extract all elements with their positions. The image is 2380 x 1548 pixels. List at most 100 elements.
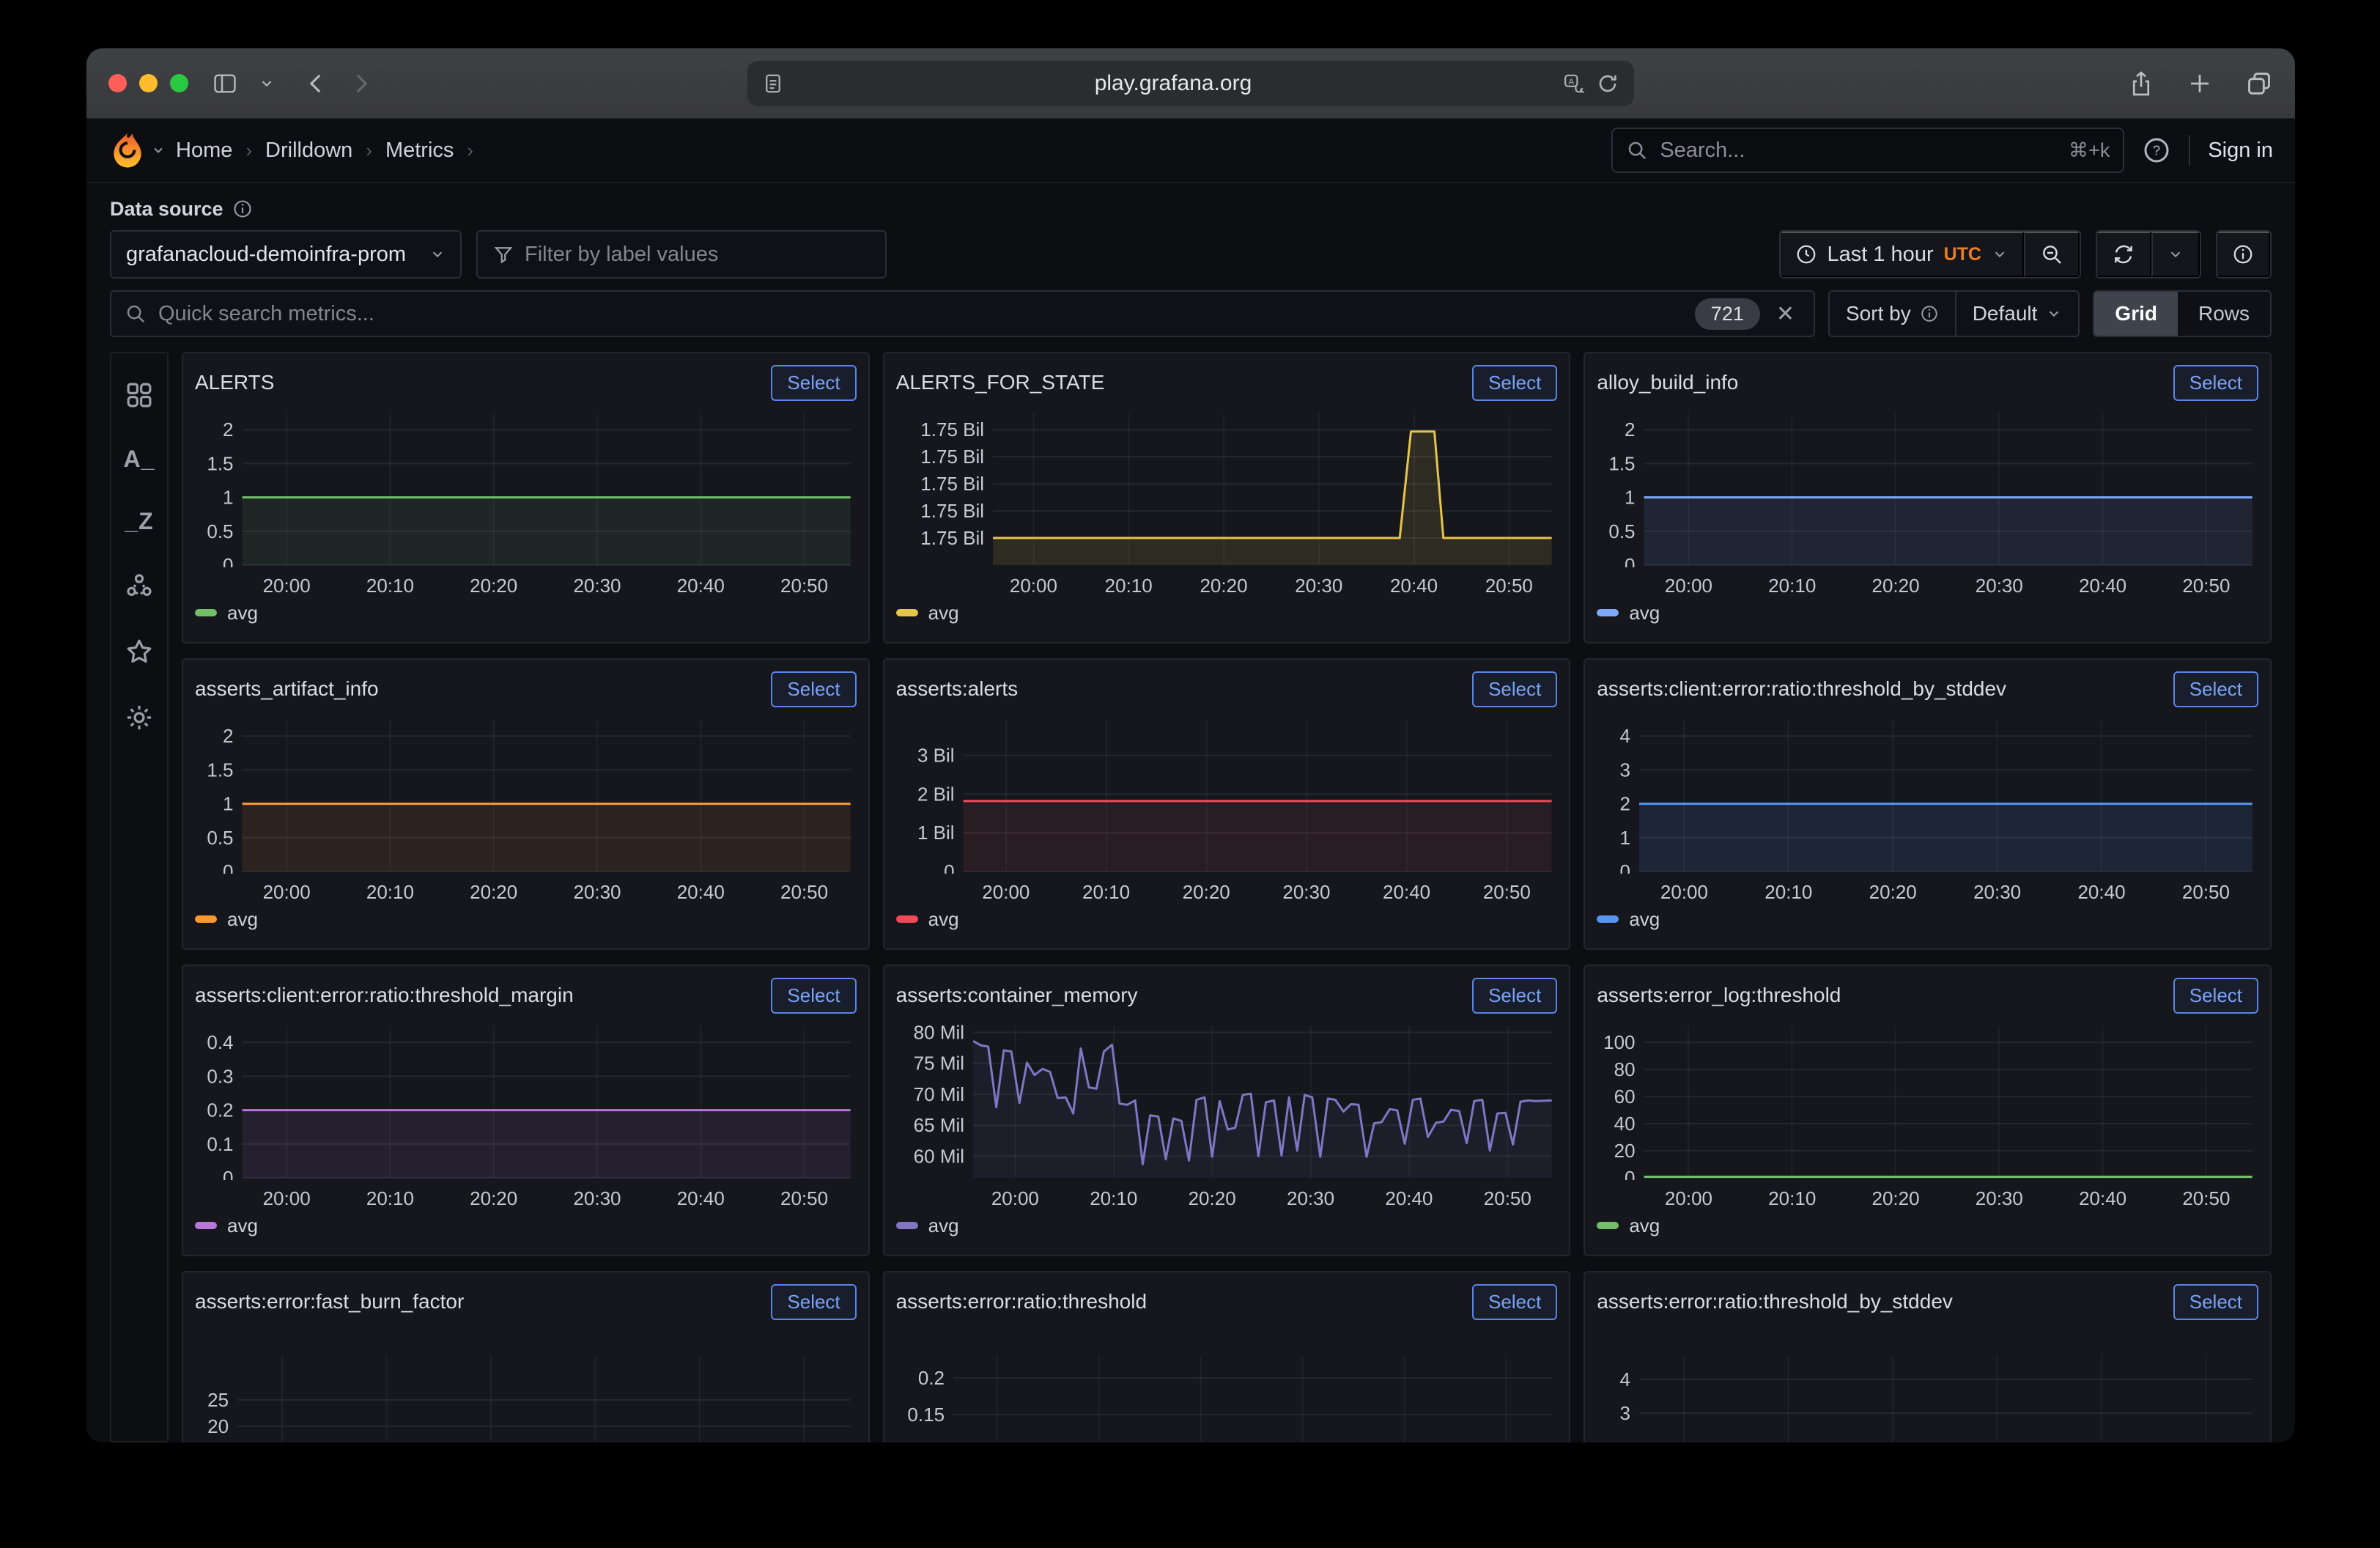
- svg-text:0.2: 0.2: [918, 1367, 945, 1389]
- panel-header: asserts_artifact_info Select: [195, 668, 857, 710]
- breadcrumb-metrics[interactable]: Metrics: [385, 139, 454, 163]
- svg-text:0: 0: [1620, 860, 1630, 874]
- legend-avg[interactable]: avg: [195, 904, 857, 934]
- x-tick-label: 20:20: [1200, 575, 1247, 597]
- select-button[interactable]: Select: [771, 671, 856, 707]
- filter-suffix-icon[interactable]: _Z: [125, 508, 153, 535]
- clear-search-icon[interactable]: ✕: [1770, 301, 1800, 327]
- reload-icon[interactable]: [1596, 72, 1619, 95]
- controls-section: Data source grafanacloud-demoinfra-prom …: [86, 183, 2295, 349]
- x-tick-label: 20:10: [366, 1187, 414, 1210]
- label-filter-input[interactable]: Filter by label values: [476, 230, 887, 279]
- legend-avg[interactable]: avg: [896, 904, 1558, 934]
- window-controls: [108, 74, 188, 92]
- sort-select[interactable]: Default: [1955, 292, 2079, 336]
- quick-search-bar[interactable]: 721 ✕: [110, 290, 1815, 337]
- panel-header: asserts:alertsSelect: [896, 668, 1558, 710]
- close-window-button[interactable]: [108, 74, 127, 92]
- svg-text:75 Mil: 75 Mil: [913, 1053, 964, 1075]
- minimize-window-button[interactable]: [139, 74, 158, 92]
- browser-titlebar: play.grafana.org A: [86, 48, 2295, 119]
- tab-overview-icon[interactable]: [2245, 70, 2273, 97]
- x-tick-label: 20:30: [1976, 575, 2023, 597]
- panel-title: asserts_artifact_info: [195, 677, 379, 701]
- star-icon[interactable]: [124, 636, 155, 667]
- grafana-logo[interactable]: [108, 131, 147, 169]
- select-button[interactable]: Select: [2173, 1284, 2258, 1320]
- sign-in-button[interactable]: Sign in: [2208, 139, 2273, 163]
- filter-prefix-icon[interactable]: A_: [124, 446, 155, 473]
- metric-panel: ALERTS_FOR_STATESelect1.75 Bil1.75 Bil1.…: [883, 352, 1571, 644]
- legend-avg[interactable]: avg: [896, 598, 1558, 627]
- panel-header: asserts:client:error:ratio:threshold_mar…: [195, 975, 857, 1016]
- label-filter-placeholder: Filter by label values: [525, 243, 718, 267]
- settings-gear-icon[interactable]: [124, 702, 155, 733]
- legend-label: avg: [1629, 1215, 1660, 1237]
- select-button[interactable]: Select: [1472, 978, 1557, 1014]
- chevron-down-icon: [1992, 246, 2008, 262]
- sidebar-toggle-icon[interactable]: [210, 71, 240, 96]
- x-tick-label: 20:00: [263, 881, 311, 904]
- global-search-input[interactable]: Search... ⌘+k: [1611, 128, 2124, 173]
- legend-avg[interactable]: avg: [1597, 598, 2258, 627]
- timeseries-chart: 21.510.50: [1597, 408, 2258, 567]
- forward-button[interactable]: [348, 71, 373, 96]
- x-tick-label: 20:50: [1483, 881, 1531, 904]
- svg-text:3 Bil: 3 Bil: [917, 745, 955, 767]
- select-button[interactable]: Select: [771, 365, 856, 401]
- panel-header: asserts:client:error:ratio:threshold_by_…: [1597, 668, 2258, 710]
- legend-avg[interactable]: avg: [1597, 904, 2258, 934]
- x-tick-label: 20:40: [2077, 881, 2125, 904]
- quick-search-input[interactable]: [157, 301, 1685, 327]
- result-count-badge: 721: [1695, 298, 1760, 330]
- legend-avg[interactable]: avg: [195, 1211, 857, 1240]
- refresh-interval-dropdown[interactable]: [2151, 232, 2200, 277]
- legend-avg[interactable]: avg: [896, 1211, 1558, 1240]
- data-source-select[interactable]: grafanacloud-demoinfra-prom: [110, 230, 462, 279]
- share-icon[interactable]: [2128, 69, 2154, 98]
- x-tick-label: 20:30: [1295, 575, 1342, 597]
- time-range-picker[interactable]: Last 1 hour UTC: [1781, 232, 2025, 277]
- metric-panel: alloy_build_infoSelect21.510.5020:0020:1…: [1583, 352, 2272, 644]
- translate-icon[interactable]: A: [1562, 73, 1586, 95]
- legend-avg[interactable]: avg: [1597, 1211, 2258, 1240]
- select-button[interactable]: Select: [1472, 1284, 1557, 1320]
- breadcrumb-drilldown[interactable]: Drilldown: [265, 139, 352, 163]
- org-switcher-chevron-icon[interactable]: [151, 143, 166, 158]
- sidebar-chevron-icon[interactable]: [259, 75, 275, 92]
- new-tab-icon[interactable]: [2187, 70, 2213, 97]
- legend-swatch: [896, 1222, 918, 1229]
- zoom-window-button[interactable]: [170, 74, 188, 92]
- select-button[interactable]: Select: [2173, 365, 2258, 401]
- apps-grid-icon[interactable]: [124, 380, 155, 410]
- breadcrumb-home[interactable]: Home: [176, 139, 232, 163]
- info-icon[interactable]: [1920, 304, 1939, 323]
- zoom-out-button[interactable]: [2024, 232, 2080, 277]
- legend-avg[interactable]: avg: [195, 598, 857, 627]
- back-button[interactable]: [304, 71, 329, 96]
- legend-swatch: [896, 609, 918, 616]
- select-button[interactable]: Select: [771, 1284, 856, 1320]
- timeseries-chart: 80 Mil75 Mil70 Mil65 Mil60 Mil: [896, 1020, 1558, 1180]
- view-grid-button[interactable]: Grid: [2094, 292, 2178, 336]
- address-bar[interactable]: play.grafana.org A: [747, 61, 1634, 106]
- select-button[interactable]: Select: [2173, 671, 2258, 707]
- info-button[interactable]: [2217, 232, 2270, 277]
- node-group-icon[interactable]: [124, 570, 155, 601]
- refresh-button[interactable]: [2097, 232, 2151, 277]
- timeseries-chart: 1.75 Bil1.75 Bil1.75 Bil1.75 Bil1.75 Bil: [896, 408, 1558, 567]
- x-axis-labels: 20:0020:1020:2020:3020:4020:50: [1597, 875, 2258, 904]
- legend-label: avg: [1629, 908, 1660, 931]
- select-button[interactable]: Select: [771, 978, 856, 1014]
- select-button[interactable]: Select: [1472, 671, 1557, 707]
- legend-swatch: [896, 915, 918, 923]
- x-tick-label: 20:00: [982, 881, 1030, 904]
- info-icon[interactable]: [232, 199, 253, 219]
- select-button[interactable]: Select: [2173, 978, 2258, 1014]
- select-button[interactable]: Select: [1472, 365, 1557, 401]
- view-rows-button[interactable]: Rows: [2178, 292, 2270, 336]
- x-tick-label: 20:30: [1976, 1187, 2023, 1210]
- x-tick-label: 20:50: [780, 881, 828, 904]
- svg-text:4: 4: [1620, 725, 1630, 747]
- help-icon[interactable]: ?: [2142, 136, 2171, 165]
